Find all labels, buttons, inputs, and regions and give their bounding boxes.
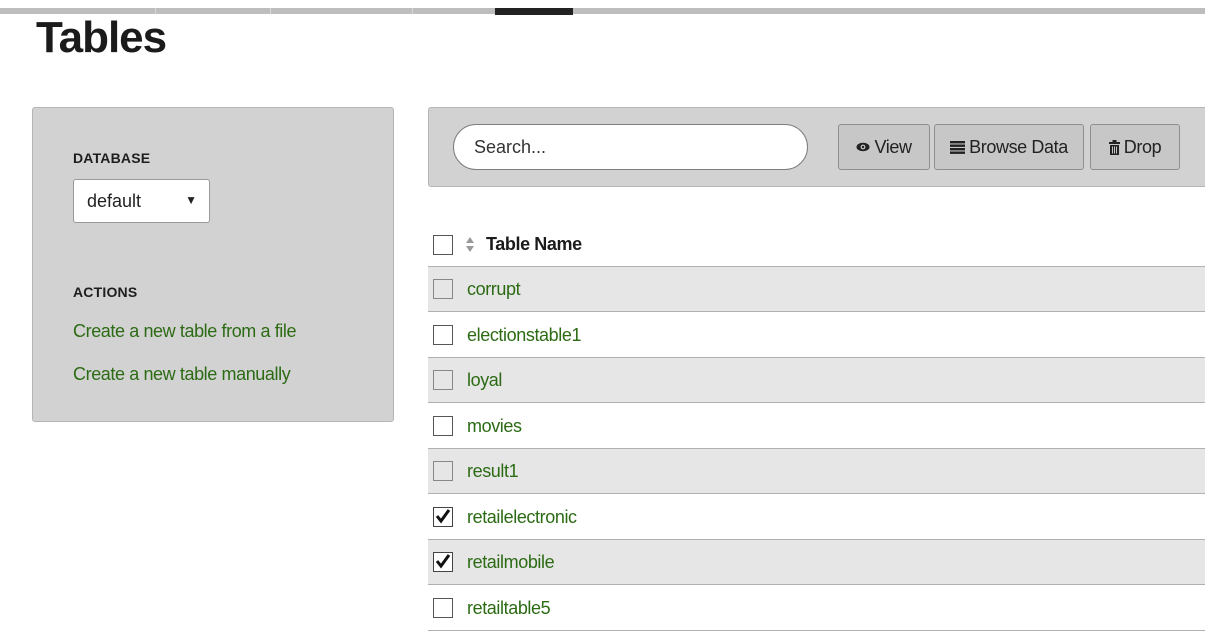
table-row[interactable]: corrupt bbox=[428, 267, 1205, 312]
database-select-value: default bbox=[87, 191, 142, 211]
caret-down-icon: ▼ bbox=[185, 193, 197, 207]
table-name-link[interactable]: retailtable5 bbox=[467, 598, 551, 619]
row-checkbox[interactable] bbox=[433, 552, 453, 572]
page-title: Tables bbox=[36, 13, 167, 62]
table-name-link[interactable]: corrupt bbox=[467, 279, 521, 300]
table-name-link[interactable]: movies bbox=[467, 416, 522, 437]
database-label: DATABASE bbox=[73, 150, 151, 166]
database-select[interactable]: default ▼ bbox=[73, 179, 210, 223]
checkmark-icon bbox=[435, 554, 451, 569]
table-row[interactable]: retailmobile bbox=[428, 540, 1205, 585]
row-checkbox[interactable] bbox=[433, 506, 453, 527]
view-button-label: View bbox=[874, 136, 912, 157]
table-name-link[interactable]: result1 bbox=[467, 461, 519, 482]
top-nav-strip bbox=[0, 0, 1205, 15]
browse-data-button-label: Browse Data bbox=[969, 136, 1068, 157]
row-checkbox[interactable] bbox=[433, 597, 453, 618]
row-checkbox[interactable] bbox=[433, 279, 453, 299]
table-row[interactable]: retailtable5 bbox=[428, 585, 1205, 631]
row-checkbox[interactable] bbox=[433, 324, 453, 345]
row-checkbox[interactable] bbox=[433, 370, 453, 390]
nav-bar-strip bbox=[0, 8, 1205, 14]
nav-divider bbox=[412, 8, 413, 14]
checkmark-icon bbox=[435, 508, 451, 523]
table-row[interactable]: movies bbox=[428, 403, 1205, 449]
nav-active-tab-indicator[interactable] bbox=[495, 8, 573, 15]
drop-button[interactable]: Drop bbox=[1090, 124, 1180, 170]
table-toolbar: View Browse Data Drop bbox=[428, 107, 1205, 187]
table-name-link[interactable]: retailelectronic bbox=[467, 507, 577, 528]
table-row[interactable]: result1 bbox=[428, 449, 1205, 494]
table-name-link[interactable]: loyal bbox=[467, 370, 502, 391]
table-name-column-header[interactable]: Table Name bbox=[486, 234, 582, 255]
create-table-manually-link[interactable]: Create a new table manually bbox=[73, 364, 291, 385]
row-checkbox[interactable] bbox=[433, 415, 453, 436]
list-icon bbox=[950, 140, 966, 154]
sidebar-panel: DATABASE default ▼ ACTIONS Create a new … bbox=[32, 107, 394, 422]
table-name-link[interactable]: retailmobile bbox=[467, 552, 555, 573]
nav-divider bbox=[270, 8, 271, 14]
table-name-link[interactable]: electionstable1 bbox=[467, 325, 581, 346]
select-all-checkbox[interactable] bbox=[433, 235, 453, 255]
eye-icon bbox=[856, 142, 870, 152]
search-input[interactable] bbox=[453, 124, 808, 170]
create-table-from-file-link[interactable]: Create a new table from a file bbox=[73, 321, 297, 342]
table-row[interactable]: retailelectronic bbox=[428, 494, 1205, 540]
view-button[interactable]: View bbox=[838, 124, 930, 170]
actions-label: ACTIONS bbox=[73, 284, 138, 300]
table-row[interactable]: loyal bbox=[428, 358, 1205, 403]
table-row[interactable]: electionstable1 bbox=[428, 312, 1205, 358]
trash-icon bbox=[1108, 139, 1120, 155]
browse-data-button[interactable]: Browse Data bbox=[934, 124, 1084, 170]
table-header-row: Table Name bbox=[428, 222, 1205, 267]
drop-button-label: Drop bbox=[1123, 136, 1162, 157]
row-checkbox[interactable] bbox=[433, 461, 453, 481]
sort-icon[interactable] bbox=[465, 234, 475, 256]
